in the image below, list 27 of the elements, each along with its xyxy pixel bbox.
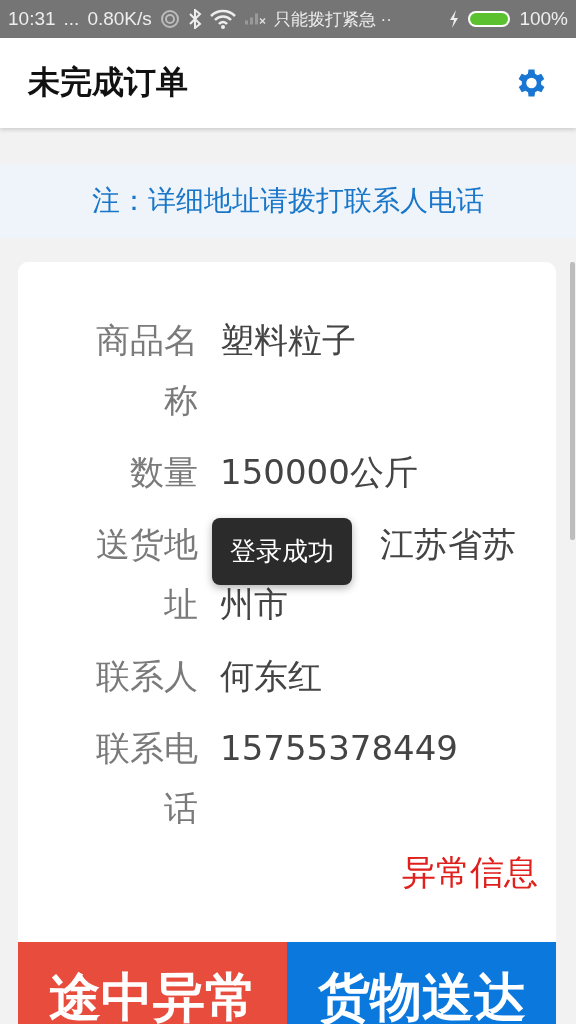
- field-value: 江苏省苏: [380, 523, 516, 566]
- carrier-text: 只能拨打紧急 ··: [273, 8, 392, 31]
- signal-icon: [243, 13, 266, 25]
- hotspot-icon: [159, 9, 180, 29]
- field-value: 何东红: [220, 655, 323, 698]
- field-label: 联系电话: [95, 727, 198, 830]
- field-label: 联系人: [95, 655, 198, 698]
- status-dots: ...: [63, 8, 80, 30]
- page-title: 未完成订单: [28, 62, 188, 103]
- status-time: 10:31: [8, 8, 56, 30]
- network-speed: 0.80K/s: [87, 8, 152, 30]
- field-value: 150000公斤: [220, 451, 419, 494]
- bluetooth-icon: [187, 9, 202, 29]
- field-value: 塑料粒子: [220, 319, 357, 362]
- field-value: 15755378449: [220, 727, 459, 770]
- wifi-icon: [209, 9, 236, 29]
- field-label: 数量: [129, 451, 198, 494]
- notice-text: 注：详细地址请拨打联系人电话: [92, 183, 484, 219]
- success-toast: 登录成功: [212, 518, 352, 585]
- battery-icon: [467, 9, 512, 29]
- field-label: 商品名称: [95, 319, 198, 422]
- exception-link[interactable]: 异常信息: [402, 850, 538, 896]
- field-label: 送货地址: [95, 523, 198, 626]
- field-value: 州市: [220, 583, 288, 626]
- battery-percent: 100%: [519, 8, 568, 30]
- charging-icon: [449, 10, 460, 28]
- action-button[interactable]: 途中异常: [18, 942, 287, 1024]
